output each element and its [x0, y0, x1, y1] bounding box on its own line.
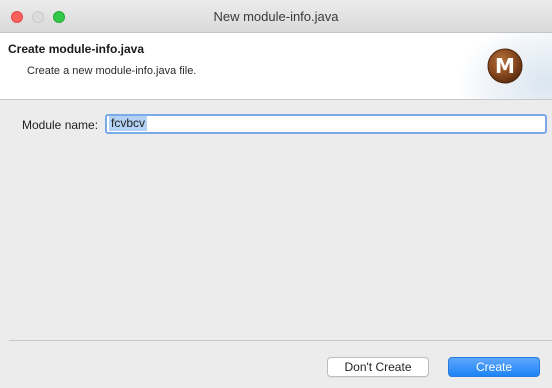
- module-name-input-value[interactable]: fcvbcv: [109, 116, 148, 131]
- wizard-description: Create a new module-info.java file.: [27, 65, 197, 77]
- wizard-header-banner: Create module-info.java Create a new mod…: [0, 33, 552, 100]
- dont-create-button[interactable]: Don't Create: [327, 357, 429, 377]
- title-bar[interactable]: New module-info.java: [0, 0, 552, 33]
- module-name-input[interactable]: [105, 114, 547, 134]
- logo-letter: M: [495, 54, 515, 78]
- create-button[interactable]: Create: [448, 357, 540, 377]
- window-title: New module-info.java: [213, 9, 339, 24]
- dialog-window: New module-info.java Create module-info.…: [0, 0, 552, 388]
- maven-m-icon: M: [487, 48, 523, 84]
- wizard-title: Create module-info.java: [8, 42, 145, 56]
- module-name-label: Module name:: [22, 118, 99, 132]
- footer-separator: [9, 340, 552, 341]
